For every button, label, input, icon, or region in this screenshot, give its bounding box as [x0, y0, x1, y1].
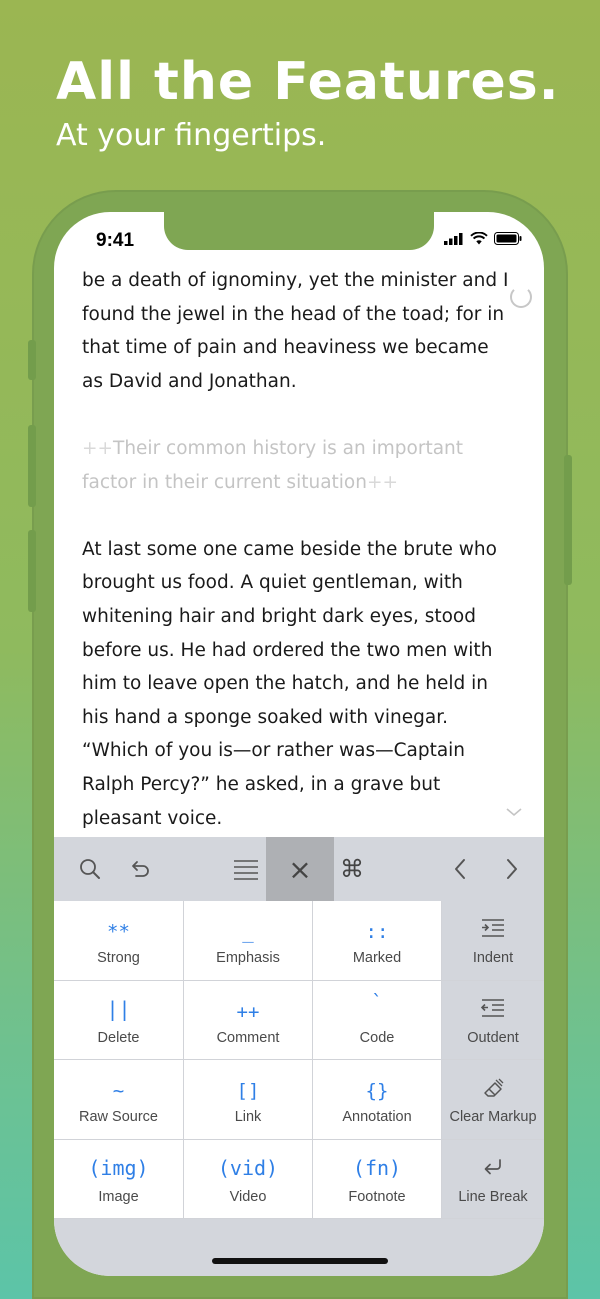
undo-icon — [132, 861, 149, 877]
close-icon: × — [288, 852, 312, 886]
key-code[interactable]: ` Code — [313, 981, 442, 1060]
sync-spinner-icon — [510, 286, 532, 308]
key-symbol: (fn) — [352, 1156, 402, 1180]
command-button[interactable]: ⌘ — [330, 837, 374, 901]
key-label: Indent — [472, 950, 514, 966]
key-label: Marked — [352, 950, 402, 966]
chevron-down-icon[interactable] — [506, 804, 522, 820]
search-icon — [80, 859, 100, 879]
return-icon — [484, 1159, 501, 1175]
markup-keyboard: ** Strong _ Emphasis :: Marked Indent ||… — [54, 901, 544, 1219]
keyboard-bottom-area — [54, 1219, 544, 1276]
key-symbol: [] — [236, 1080, 260, 1102]
key-image[interactable]: (img) Image — [54, 1140, 184, 1219]
wifi-icon — [470, 232, 488, 245]
key-symbol: ~ — [112, 1080, 125, 1102]
key-raw-source[interactable]: ~ Raw Source — [54, 1060, 184, 1140]
key-video[interactable]: (vid) Video — [184, 1140, 313, 1219]
power-button — [564, 455, 572, 585]
comment-close-marker: ++ — [366, 471, 398, 493]
key-label: Comment — [216, 1030, 280, 1046]
key-label: Annotation — [342, 1109, 412, 1125]
phone-screen: 9:41 be a death of ignominy, yet the min… — [54, 212, 544, 1276]
paragraph: At last some one came beside the brute w… — [82, 538, 497, 829]
key-label: Clear Markup — [449, 1109, 537, 1125]
eraser-icon — [484, 1078, 504, 1097]
menu-icon — [234, 860, 258, 880]
key-label: Delete — [97, 1030, 140, 1046]
key-footnote[interactable]: (fn) Footnote — [313, 1140, 442, 1219]
previous-button[interactable] — [438, 837, 482, 901]
key-label: Outdent — [467, 1030, 519, 1046]
hero-subtitle: At your fingertips. — [56, 118, 327, 153]
outdent-icon — [481, 999, 504, 1017]
key-delete[interactable]: || Delete — [54, 981, 184, 1060]
key-emphasis[interactable]: _ Emphasis — [184, 901, 313, 981]
key-label: Link — [234, 1109, 262, 1125]
key-label: Code — [359, 1030, 395, 1046]
editor-toolbar: × ⌘ — [54, 837, 544, 902]
home-indicator[interactable] — [212, 1258, 388, 1264]
key-label: Image — [98, 1189, 139, 1205]
key-clear-markup[interactable]: Clear Markup — [442, 1060, 544, 1140]
key-strong[interactable]: ** Strong — [54, 901, 184, 981]
hero-title: All the Features. — [56, 52, 560, 112]
key-label: Strong — [97, 950, 140, 966]
indent-icon — [482, 919, 504, 937]
volume-up-button — [28, 425, 36, 507]
undo-button[interactable] — [118, 837, 162, 901]
key-symbol: :: — [365, 921, 389, 943]
volume-down-button — [28, 530, 36, 612]
battery-icon — [494, 232, 522, 245]
key-symbol: (vid) — [217, 1156, 279, 1180]
editor-text[interactable]: be a death of ignominy, yet the minister… — [82, 264, 512, 835]
close-keyboard-button[interactable]: × — [266, 837, 334, 901]
key-symbol: {} — [365, 1080, 389, 1102]
key-indent[interactable]: Indent — [442, 901, 544, 981]
comment-text: Their common history is an important fac… — [82, 437, 464, 493]
comment-paragraph: ++Their common history is an important f… — [82, 432, 512, 499]
signal-icon — [444, 232, 463, 245]
key-label: Raw Source — [79, 1109, 158, 1125]
chevron-left-icon — [455, 859, 465, 879]
key-symbol: ++ — [236, 1001, 260, 1023]
key-symbol: _ — [242, 921, 254, 943]
key-label: Emphasis — [216, 950, 280, 966]
key-symbol: ** — [107, 921, 130, 943]
comment-open-marker: ++ — [82, 437, 114, 459]
command-icon: ⌘ — [340, 855, 364, 883]
search-button[interactable] — [68, 837, 112, 901]
status-icons — [444, 232, 522, 245]
key-outdent[interactable]: Outdent — [442, 981, 544, 1060]
menu-button[interactable] — [224, 837, 268, 901]
key-line-break[interactable]: Line Break — [442, 1140, 544, 1219]
paragraph: be a death of ignominy, yet the minister… — [82, 270, 509, 392]
key-link[interactable]: [] Link — [184, 1060, 313, 1140]
status-time: 9:41 — [96, 230, 135, 251]
key-symbol: (img) — [88, 1156, 149, 1180]
key-annotation[interactable]: {} Annotation — [313, 1060, 442, 1140]
key-label: Line Break — [458, 1189, 528, 1205]
key-symbol: || — [106, 997, 131, 1021]
key-comment[interactable]: ++ Comment — [184, 981, 313, 1060]
next-button[interactable] — [490, 837, 534, 901]
key-symbol: ` — [371, 991, 383, 1013]
key-label: Footnote — [348, 1189, 406, 1205]
chevron-right-icon — [507, 859, 517, 879]
key-label: Video — [229, 1189, 267, 1205]
key-marked[interactable]: :: Marked — [313, 901, 442, 981]
mute-switch — [28, 340, 36, 380]
notch — [164, 212, 434, 250]
